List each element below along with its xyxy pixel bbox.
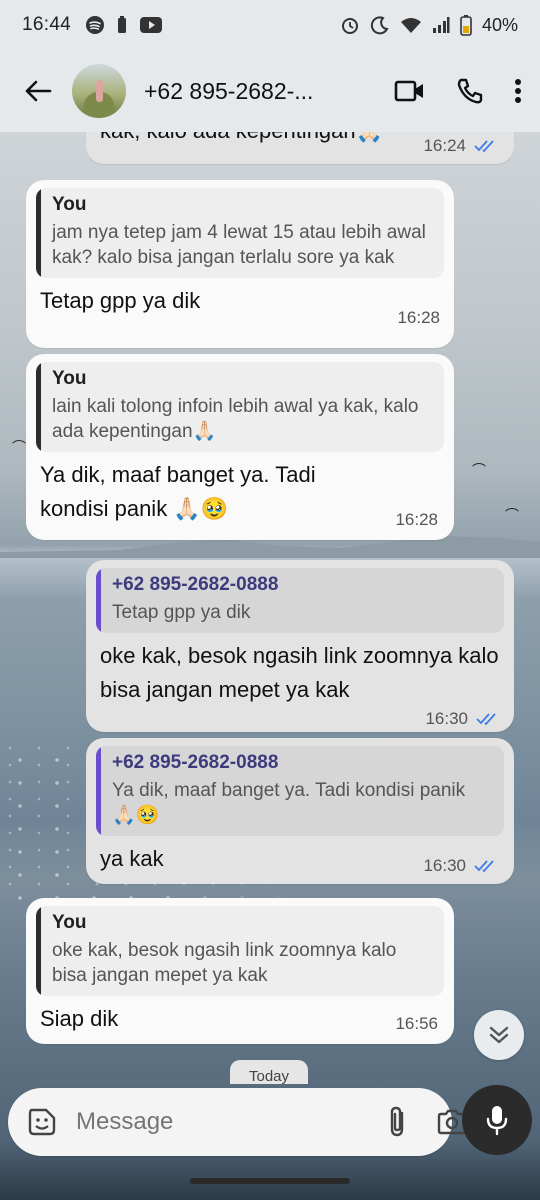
message-list[interactable]: kak, kalo ada kepentingan🙏🏻 16:24 You ja…	[0, 132, 540, 1080]
message-text: Siap dik	[40, 1006, 119, 1031]
quoted-message[interactable]: +62 895-2682-0888 Ya dik, maaf banget ya…	[96, 746, 504, 836]
spotify-icon	[86, 16, 105, 34]
double-check-icon	[474, 860, 494, 873]
quote-text: lain kali tolong infoin lebih awal ya ka…	[52, 396, 419, 442]
quoted-message[interactable]: You oke kak, besok ngasih link zoomnya k…	[36, 906, 444, 996]
message-time: 16:30	[423, 856, 466, 875]
voice-record-button[interactable]	[462, 1085, 532, 1155]
message-bubble-incoming[interactable]: You oke kak, besok ngasih link zoomnya k…	[26, 898, 454, 1044]
date-divider: Today	[230, 1060, 308, 1084]
voice-call-button[interactable]	[456, 77, 484, 105]
signal-icon	[432, 17, 450, 33]
scroll-to-bottom-button[interactable]	[474, 1010, 524, 1060]
message-time: 16:28	[395, 510, 438, 529]
battery-saver-icon	[118, 16, 127, 33]
status-bar: 16:44 40%	[0, 0, 540, 50]
quoted-message[interactable]: You jam nya tetep jam 4 lewat 15 atau le…	[36, 188, 444, 278]
video-camera-icon	[394, 80, 423, 102]
message-time: 16:24	[423, 136, 466, 155]
message-bubble-incoming[interactable]: You lain kali tolong infoin lebih awal y…	[26, 354, 454, 540]
dnd-moon-icon	[370, 16, 389, 35]
status-time: 16:44	[22, 14, 72, 35]
contact-name[interactable]: +62 895-2682-...	[144, 78, 313, 105]
quote-text: Ya dik, maaf banget ya. Tadi kondisi pan…	[112, 780, 466, 826]
battery-percent: 40%	[481, 14, 518, 35]
double-check-icon	[474, 140, 494, 153]
quote-text: jam nya tetep jam 4 lewat 15 atau lebih …	[52, 222, 426, 268]
quote-author: You	[52, 912, 87, 933]
message-text: Ya dik, maaf banget ya. Tadi kondisi pan…	[40, 462, 316, 521]
message-time: 16:28	[397, 308, 440, 327]
message-bubble-outgoing[interactable]: +62 895-2682-0888 Ya dik, maaf banget ya…	[86, 738, 514, 884]
message-text: kak, kalo ada kepentingan🙏🏻	[100, 132, 383, 148]
quote-author: You	[52, 368, 87, 389]
sticker-icon	[28, 1108, 56, 1136]
quote-text: oke kak, besok ngasih link zoomnya kalo …	[52, 940, 397, 986]
back-arrow-icon	[25, 80, 52, 102]
sticker-button[interactable]	[26, 1106, 58, 1138]
status-notification-icons	[85, 15, 163, 35]
double-check-icon	[476, 713, 496, 726]
message-text: oke kak, besok ngasih link zoomnya kalo …	[100, 643, 499, 702]
status-system-icons: 40%	[340, 14, 518, 36]
youtube-icon	[140, 17, 163, 33]
battery-icon	[460, 15, 472, 36]
back-button[interactable]	[18, 71, 58, 111]
message-time: 16:30	[425, 709, 468, 728]
message-input[interactable]	[76, 1108, 386, 1136]
message-bubble-incoming[interactable]: You jam nya tetep jam 4 lewat 15 atau le…	[26, 180, 454, 348]
video-call-button[interactable]	[394, 79, 426, 103]
quoted-message[interactable]: +62 895-2682-0888 Tetap gpp ya dik	[96, 568, 504, 633]
more-vertical-icon	[515, 79, 521, 103]
alarm-icon	[341, 18, 358, 34]
message-bubble-outgoing[interactable]: +62 895-2682-0888 Tetap gpp ya dik oke k…	[86, 560, 514, 732]
more-options-button[interactable]	[514, 78, 522, 104]
chat-header: +62 895-2682-...	[0, 50, 540, 132]
attach-button[interactable]	[386, 1105, 408, 1139]
message-composer	[8, 1088, 467, 1156]
quoted-message[interactable]: You lain kali tolong infoin lebih awal y…	[36, 362, 444, 452]
contact-avatar[interactable]	[72, 64, 126, 118]
wifi-icon	[400, 18, 421, 33]
double-chevron-down-icon	[489, 1026, 509, 1044]
quote-author: +62 895-2682-0888	[112, 574, 279, 595]
paperclip-icon	[390, 1106, 404, 1137]
quote-text: Tetap gpp ya dik	[112, 602, 251, 623]
gesture-nav-handle[interactable]	[190, 1178, 350, 1184]
phone-icon	[457, 78, 483, 104]
message-bubble-outgoing[interactable]: kak, kalo ada kepentingan🙏🏻 16:24	[86, 132, 514, 164]
quote-author: You	[52, 194, 87, 215]
message-time: 16:56	[395, 1014, 438, 1033]
mic-icon	[486, 1106, 508, 1136]
quote-author: +62 895-2682-0888	[112, 752, 279, 773]
